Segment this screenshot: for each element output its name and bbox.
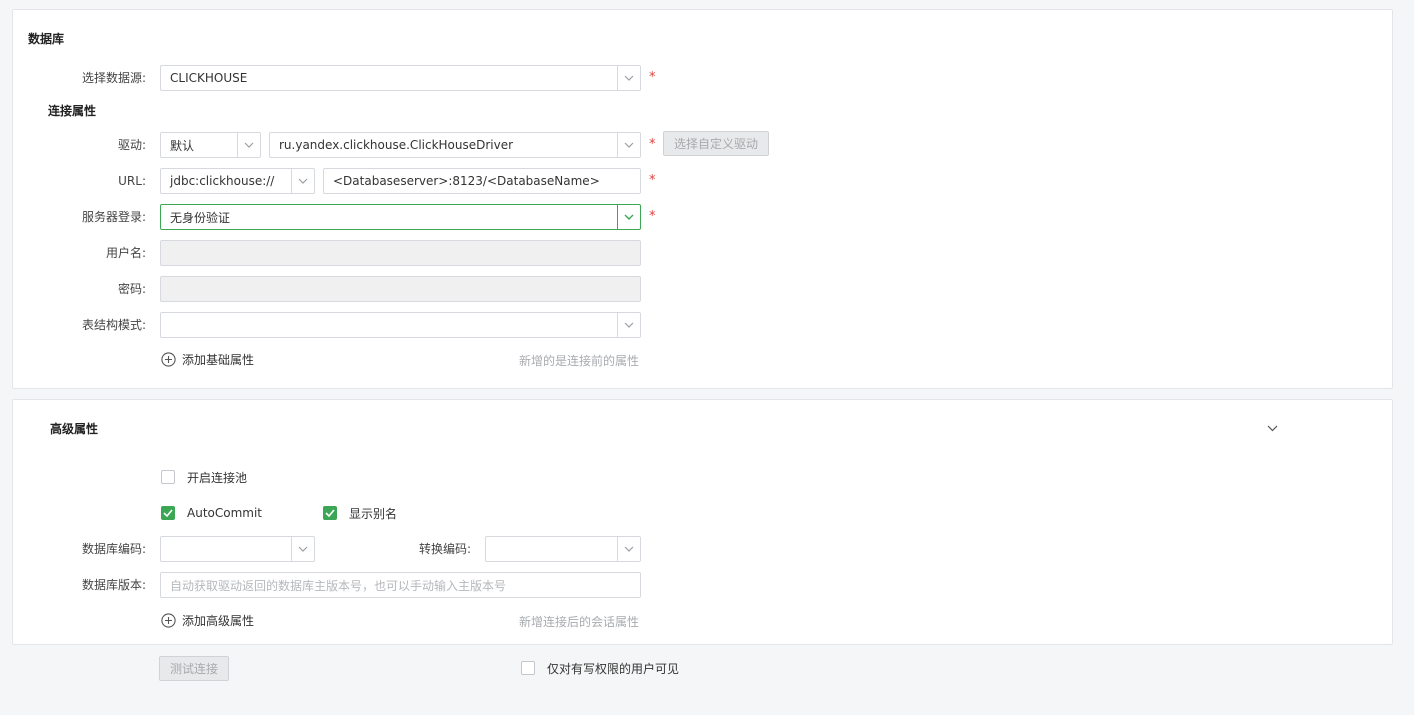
collapse-chevron-down-icon[interactable] [1265,421,1279,435]
check-icon [163,509,173,517]
checkbox-box[interactable] [161,470,175,484]
plus-circle-icon [161,612,176,628]
check-icon [325,509,335,517]
chevron-down-icon[interactable] [617,205,640,229]
custom-driver-button[interactable]: 选择自定义驱动 [663,131,769,156]
convert-encoding-label: 转换编码: [418,542,471,556]
plus-circle-icon [161,351,176,367]
server-login-select[interactable]: 无身份验证 [160,204,641,230]
connection-title: 连接属性 [48,104,97,118]
test-connection-button[interactable]: 测试连接 [159,656,229,681]
server-login-value: 无身份验证 [170,210,231,225]
add-advanced-property-label: 添加高级属性 [182,613,255,628]
password-input[interactable] [160,276,641,302]
chevron-down-icon[interactable] [291,537,314,561]
driver-class-select[interactable]: ru.yandex.clickhouse.ClickHouseDriver [269,132,641,158]
required-mark: * [649,173,656,188]
autocommit-checkbox[interactable]: AutoCommit [161,504,262,522]
driver-class-value: ru.yandex.clickhouse.ClickHouseDriver [279,138,514,152]
url-input[interactable]: <Databaseserver>:8123/<DatabaseName> [323,168,641,194]
add-basic-property-label: 添加基础属性 [182,352,255,367]
advanced-title: 高级属性 [50,422,99,436]
convert-encoding-select[interactable] [485,536,641,562]
checkbox-box[interactable] [323,506,337,520]
database-title: 数据库 [28,32,65,46]
db-version-placeholder: 自动获取驱动返回的数据库主版本号，也可以手动输入主版本号 [170,578,507,593]
db-encoding-select[interactable] [160,536,315,562]
chevron-down-icon[interactable] [617,537,640,561]
required-mark: * [649,137,656,152]
add-basic-hint: 新增的是连接前的属性 [519,354,640,368]
url-prefix-select[interactable]: jdbc:clickhouse:// [160,168,315,194]
required-mark: * [649,209,656,224]
autocommit-label: AutoCommit [187,506,262,520]
schema-label: 表结构模式: [81,318,146,332]
checkbox-box[interactable] [521,661,535,675]
checkbox-box[interactable] [161,506,175,520]
password-label: 密码: [117,282,146,296]
url-value: <Databaseserver>:8123/<DatabaseName> [333,174,600,188]
show-alias-label: 显示别名 [349,506,398,521]
show-alias-checkbox[interactable]: 显示别名 [323,504,397,522]
db-version-input[interactable]: 自动获取驱动返回的数据库主版本号，也可以手动输入主版本号 [160,572,641,598]
url-label: URL: [118,174,146,188]
write-permission-label: 仅对有写权限的用户可见 [547,661,680,676]
advanced-panel: 高级属性 开启连接池 AutoCommit 显示别名 数据库编码: 转换编码: … [12,399,1393,645]
connection-pool-label: 开启连接池 [187,470,248,485]
data-source-select[interactable]: CLICKHOUSE [160,65,641,91]
driver-type-select[interactable]: 默认 [160,132,261,158]
server-login-label: 服务器登录: [81,210,146,224]
url-prefix-value: jdbc:clickhouse:// [170,174,275,188]
data-source-value: CLICKHOUSE [170,71,248,85]
data-source-label: 选择数据源: [81,71,146,85]
add-basic-property-button[interactable]: 添加基础属性 [161,349,254,369]
connection-pool-checkbox[interactable]: 开启连接池 [161,468,247,486]
db-version-label: 数据库版本: [81,578,146,592]
chevron-down-icon[interactable] [617,133,640,157]
chevron-down-icon[interactable] [617,313,640,337]
database-panel: 数据库 选择数据源: CLICKHOUSE * 连接属性 驱动: 默认 ru.y… [12,9,1393,389]
chevron-down-icon[interactable] [291,169,314,193]
chevron-down-icon[interactable] [617,66,640,90]
write-permission-checkbox[interactable]: 仅对有写权限的用户可见 [521,659,679,677]
driver-label: 驱动: [117,138,146,152]
db-encoding-label: 数据库编码: [81,542,146,556]
driver-type-value: 默认 [170,138,195,153]
schema-select[interactable] [160,312,641,338]
add-advanced-property-button[interactable]: 添加高级属性 [161,610,254,630]
required-mark: * [649,70,656,85]
chevron-down-icon[interactable] [237,133,260,157]
username-label: 用户名: [105,246,146,260]
add-advanced-hint: 新增连接后的会话属性 [519,615,640,629]
username-input[interactable] [160,240,641,266]
